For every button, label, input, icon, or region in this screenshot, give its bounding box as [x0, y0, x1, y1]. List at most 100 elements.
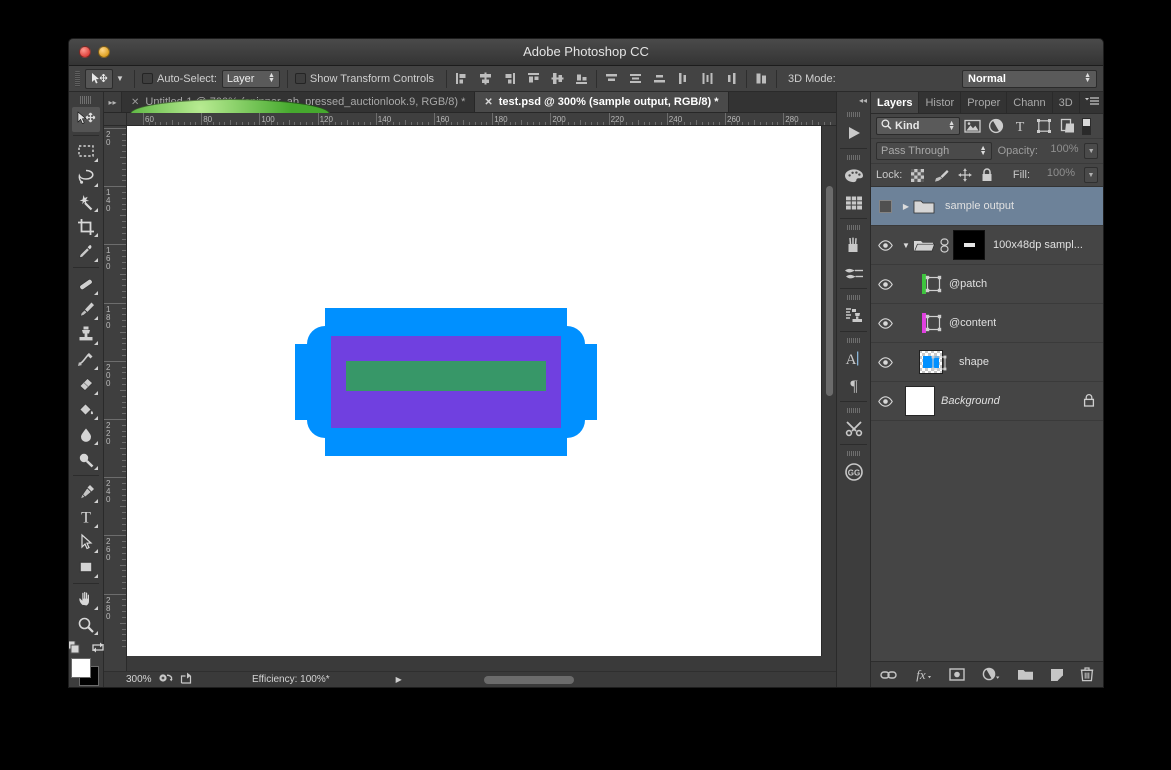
layer-visibility-toggle[interactable]: [871, 199, 899, 213]
opacity-value[interactable]: 100%: [1044, 143, 1078, 159]
show-transform-controls-checkbox[interactable]: [294, 73, 306, 84]
lock-image-pixels-icon[interactable]: [933, 169, 949, 182]
dock-group-grip[interactable]: [846, 112, 861, 117]
layer-row-background[interactable]: Background: [871, 382, 1103, 421]
align-top-edges-icon[interactable]: [526, 71, 541, 86]
dock-group-grip[interactable]: [846, 408, 861, 413]
auto-select-checkbox[interactable]: [142, 73, 153, 84]
filter-pixel-layers-icon[interactable]: [960, 116, 984, 136]
align-left-edges-icon[interactable]: [454, 71, 469, 86]
filter-type-layers-icon[interactable]: T: [1008, 116, 1032, 136]
layer-row-content[interactable]: @content: [871, 304, 1103, 343]
dock-group-grip[interactable]: [846, 338, 861, 343]
status-expand-icon[interactable]: ▶: [396, 675, 402, 684]
styles-panel-icon[interactable]: [839, 302, 869, 329]
align-bottom-edges-icon[interactable]: [574, 71, 589, 86]
layer-visibility-toggle[interactable]: [871, 239, 899, 251]
character-panel-icon[interactable]: A: [839, 345, 869, 372]
filter-smart-object-layers-icon[interactable]: [1056, 116, 1080, 136]
filter-kind-select[interactable]: Kind ▲ ▼: [876, 117, 960, 135]
layer-visibility-toggle[interactable]: [871, 317, 899, 329]
canvas-vertical-scrollbar[interactable]: [821, 126, 836, 656]
align-horizontal-centers-icon[interactable]: [478, 71, 493, 86]
timeline-panel-icon[interactable]: [839, 119, 869, 146]
filter-shape-layers-icon[interactable]: [1032, 116, 1056, 136]
collapse-left-dock-icon[interactable]: ▸▸: [104, 92, 122, 112]
new-group-icon[interactable]: [1017, 668, 1034, 681]
eraser-tool[interactable]: [72, 372, 100, 397]
zoom-tool[interactable]: [72, 612, 100, 637]
distribute-vertical-centers-icon[interactable]: [628, 71, 643, 86]
link-layers-icon[interactable]: [880, 669, 897, 681]
layer-row-patch[interactable]: @patch: [871, 265, 1103, 304]
new-layer-icon[interactable]: [1050, 668, 1064, 681]
paint-bucket-tool[interactable]: [72, 397, 100, 422]
vertical-ruler[interactable]: 20 140 160 180 200 220 240 260 280: [104, 126, 127, 671]
dock-group-grip[interactable]: [846, 155, 861, 160]
blur-tool[interactable]: [72, 422, 100, 447]
group-disclosure-expanded-icon[interactable]: ▼: [899, 241, 913, 250]
share-icon[interactable]: [180, 672, 194, 687]
horizontal-scrollbar-thumb[interactable]: [484, 676, 574, 684]
panel-tab-channels[interactable]: Chann: [1007, 92, 1053, 113]
tool-preset-chevron-icon[interactable]: ▼: [113, 69, 127, 89]
filter-adjustment-layers-icon[interactable]: [984, 116, 1008, 136]
3d-panel-icon[interactable]: GG: [839, 458, 869, 485]
dodge-tool[interactable]: [72, 447, 100, 472]
group-disclosure-collapsed-icon[interactable]: ▶: [899, 202, 913, 211]
path-selection-tool[interactable]: [72, 530, 100, 555]
layer-style-fx-icon[interactable]: fx: [913, 667, 933, 682]
lasso-tool[interactable]: [72, 164, 100, 189]
delete-layer-icon[interactable]: [1080, 667, 1094, 682]
hand-tool[interactable]: [72, 587, 100, 612]
panel-tab-history[interactable]: Histor: [919, 92, 962, 113]
type-tool[interactable]: T: [72, 505, 100, 530]
rectangular-marquee-tool[interactable]: [72, 139, 100, 164]
color-panel-icon[interactable]: [839, 162, 869, 189]
swap-colors-icon[interactable]: [91, 641, 105, 656]
history-brush-tool[interactable]: [72, 347, 100, 372]
spot-healing-brush-tool[interactable]: [72, 271, 100, 296]
lock-all-icon[interactable]: [981, 168, 993, 182]
rectangle-shape-tool[interactable]: [72, 555, 100, 580]
dock-group-grip[interactable]: [846, 225, 861, 230]
clone-stamp-tool[interactable]: [72, 322, 100, 347]
layer-row-shape[interactable]: shape: [871, 343, 1103, 382]
brush-presets-panel-icon[interactable]: [839, 259, 869, 286]
fill-dropdown-icon[interactable]: ▼: [1084, 167, 1098, 183]
filter-toggle-switch[interactable]: [1082, 117, 1091, 135]
align-vertical-centers-icon[interactable]: [550, 71, 565, 86]
default-colors-icon[interactable]: [69, 640, 81, 656]
brush-panel-icon[interactable]: [839, 232, 869, 259]
auto-align-layers-icon[interactable]: [754, 71, 769, 86]
distribute-bottom-edges-icon[interactable]: [652, 71, 667, 86]
document-tab-test-psd[interactable]: ✕ test.psd @ 300% (sample output, RGB/8)…: [475, 92, 729, 112]
distribute-right-edges-icon[interactable]: [724, 71, 739, 86]
lock-transparent-pixels-icon[interactable]: [911, 168, 925, 182]
distribute-left-edges-icon[interactable]: [676, 71, 691, 86]
distribute-horizontal-centers-icon[interactable]: [700, 71, 715, 86]
canvas[interactable]: [127, 126, 821, 656]
align-right-edges-icon[interactable]: [502, 71, 517, 86]
paragraph-panel-icon[interactable]: ¶: [839, 372, 869, 399]
foreground-color-swatch[interactable]: [71, 658, 91, 679]
eyedropper-tool[interactable]: [72, 239, 100, 264]
layer-visibility-toggle[interactable]: [871, 395, 899, 407]
options-bar-grip[interactable]: [75, 70, 80, 87]
crop-tool[interactable]: [72, 214, 100, 239]
panel-tab-properties[interactable]: Proper: [961, 92, 1008, 113]
layer-blend-mode-select[interactable]: Pass Through ▲ ▼: [876, 142, 992, 160]
layer-list[interactable]: ▶ sample output ▼ 100x48dp sampl... @pat…: [871, 187, 1103, 661]
close-tab-icon[interactable]: ✕: [131, 97, 139, 108]
layer-visibility-toggle[interactable]: [871, 278, 899, 290]
new-adjustment-layer-icon[interactable]: [981, 667, 1001, 682]
close-tab-icon[interactable]: ✕: [484, 97, 492, 108]
fill-value[interactable]: 100%: [1039, 167, 1075, 183]
toolbox-grip[interactable]: [80, 96, 92, 104]
opacity-dropdown-icon[interactable]: ▼: [1084, 143, 1098, 159]
swatches-panel-icon[interactable]: [839, 189, 869, 216]
pen-tool[interactable]: [72, 479, 100, 504]
panel-tab-3d[interactable]: 3D: [1053, 92, 1080, 113]
blend-mode-select[interactable]: Normal ▲ ▼: [962, 69, 1097, 88]
document-settings-icon[interactable]: [158, 672, 174, 687]
